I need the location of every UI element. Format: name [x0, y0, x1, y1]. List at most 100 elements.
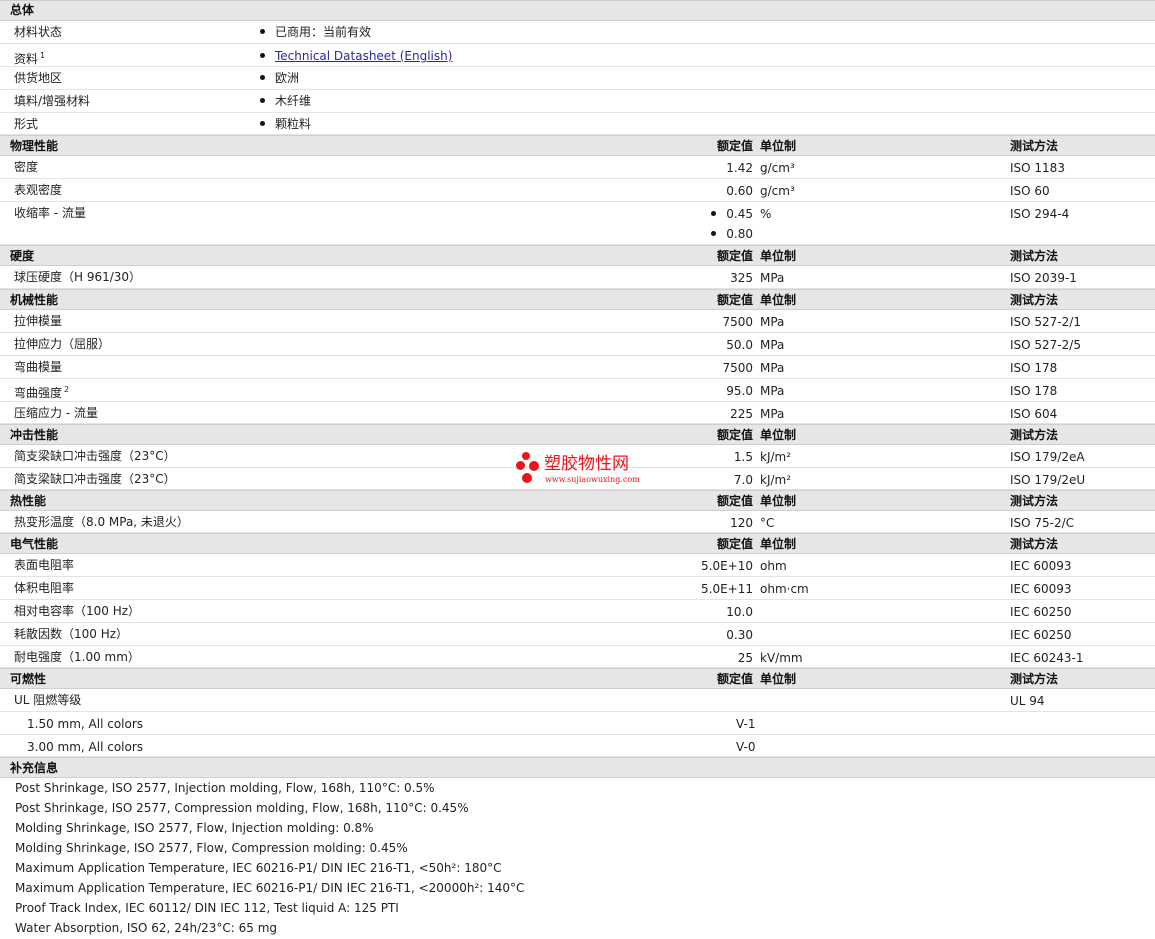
logo-dot-icon	[516, 461, 525, 470]
property-name: 简支梁缺口冲击强度（23°C）	[14, 472, 176, 486]
list-item: Molding Shrinkage, ISO 2577, Flow, Compr…	[0, 838, 1155, 858]
logo-dot-icon	[522, 452, 530, 460]
section-header-hardness: 硬度 额定值 单位制 测试方法	[0, 245, 1155, 266]
test-method: ISO 178	[1010, 384, 1058, 398]
table-row: 相对电容率（100 Hz） 10.0 IEC 60250	[0, 600, 1155, 623]
property-value: 7500	[722, 315, 753, 329]
property-name: 填料/增强材料	[14, 94, 91, 108]
section-title: 电气性能	[10, 537, 59, 551]
property-value: 0.45	[711, 207, 753, 221]
property-value: V-1	[736, 717, 756, 731]
section-title: 机械性能	[10, 293, 59, 307]
test-method: ISO 294-4	[1010, 207, 1070, 221]
table-row: UL 阻燃等级 UL 94	[0, 689, 1155, 712]
property-value: 50.0	[726, 338, 753, 352]
test-method: ISO 179/2eU	[1010, 473, 1086, 487]
list-item: Maximum Application Temperature, IEC 602…	[0, 878, 1155, 898]
section-title: 补充信息	[10, 761, 59, 775]
property-unit: kV/mm	[760, 651, 803, 665]
property-unit: MPa	[760, 338, 785, 352]
property-value: Technical Datasheet (English)	[260, 49, 452, 63]
section-title: 冲击性能	[10, 428, 59, 442]
property-unit: kJ/m²	[760, 450, 792, 464]
table-row: 拉伸应力（屈服） 50.0 MPa ISO 527-2/5	[0, 333, 1155, 356]
general-row-form: 形式 颗粒料	[0, 113, 1155, 135]
property-name: 耗散因数（100 Hz）	[14, 627, 129, 641]
datasheet-link[interactable]: Technical Datasheet (English)	[275, 49, 452, 63]
property-value: 0.60	[726, 184, 753, 198]
table-row: 表观密度 0.60 g/cm³ ISO 60	[0, 179, 1155, 202]
property-name: 热变形温度（8.0 MPa, 未退火）	[14, 515, 189, 529]
column-header-unit: 单位制	[760, 672, 797, 686]
property-name: 表观密度	[14, 183, 63, 197]
column-header-test: 测试方法	[1010, 537, 1059, 551]
property-name: 弯曲强度 2	[14, 385, 70, 400]
bullet-icon	[260, 29, 265, 34]
property-unit: g/cm³	[760, 184, 795, 198]
bullet-icon	[260, 98, 265, 103]
property-name: 球压硬度（H 961/30）	[14, 270, 142, 284]
property-value: 0.30	[726, 628, 753, 642]
test-method: UL 94	[1010, 694, 1045, 708]
watermark-name: 塑胶物性网	[544, 454, 629, 474]
property-name: 耐电强度（1.00 mm）	[14, 650, 140, 664]
property-value: 325	[730, 271, 753, 285]
column-header-value: 额定值	[716, 428, 753, 442]
property-subname: 3.00 mm, All colors	[27, 740, 144, 754]
property-name: 弯曲模量	[14, 360, 63, 374]
property-unit: g/cm³	[760, 161, 795, 175]
test-method: IEC 60243-1	[1010, 651, 1084, 665]
table-row: 压缩应力 - 流量 225 MPa ISO 604	[0, 402, 1155, 424]
section-title: 可燃性	[10, 672, 47, 686]
section-header-flammability: 可燃性 额定值 单位制 测试方法	[0, 668, 1155, 689]
property-value: 7500	[722, 361, 753, 375]
property-unit: ohm	[760, 559, 787, 573]
column-header-test: 测试方法	[1010, 249, 1059, 263]
property-name: 供货地区	[14, 71, 63, 85]
property-name: 材料状态	[14, 25, 63, 39]
property-value: 木纤维	[260, 94, 311, 108]
property-unit: %	[760, 207, 772, 221]
column-header-unit: 单位制	[760, 428, 797, 442]
table-row: 表面电阻率 5.0E+10 ohm IEC 60093	[0, 554, 1155, 577]
property-value: 10.0	[726, 605, 753, 619]
property-value: 95.0	[726, 384, 753, 398]
column-header-unit: 单位制	[760, 139, 797, 153]
property-unit: MPa	[760, 315, 785, 329]
bullet-icon	[711, 231, 717, 236]
datasheet-page: 总体 材料状态 已商用：当前有效 资料 1 Technical Datasheet…	[0, 0, 1155, 938]
watermark-logo: 塑胶物性网 www.sujiaowuxing.com	[514, 452, 654, 488]
section-title: 物理性能	[10, 139, 59, 153]
test-method: IEC 60093	[1010, 559, 1072, 573]
section-header-general: 总体	[0, 0, 1155, 21]
column-header-test: 测试方法	[1010, 672, 1059, 686]
table-row: 耗散因数（100 Hz） 0.30 IEC 60250	[0, 623, 1155, 646]
test-method: ISO 75-2/C	[1010, 516, 1075, 530]
property-name: 相对电容率（100 Hz）	[14, 604, 141, 618]
column-header-unit: 单位制	[760, 537, 797, 551]
property-value: 225	[730, 407, 753, 421]
property-unit: kJ/m²	[760, 473, 792, 487]
property-value: 颗粒料	[260, 117, 311, 131]
column-header-value: 额定值	[716, 672, 753, 686]
table-row: 密度 1.42 g/cm³ ISO 1183	[0, 156, 1155, 179]
list-item: Maximum Application Temperature, IEC 602…	[0, 858, 1155, 878]
property-name: UL 阻燃等级	[14, 693, 82, 707]
property-value: 120	[730, 516, 753, 530]
table-row: 体积电阻率 5.0E+11 ohm·cm IEC 60093	[0, 577, 1155, 600]
table-row: 耐电强度（1.00 mm） 25 kV/mm IEC 60243-1	[0, 646, 1155, 668]
footnote-mark: 2	[64, 385, 70, 394]
property-value: 1.42	[726, 161, 753, 175]
section-header-supplemental: 补充信息	[0, 757, 1155, 778]
logo-dot-icon	[522, 473, 532, 483]
section-header-impact: 冲击性能 额定值 单位制 测试方法	[0, 424, 1155, 445]
property-name: 体积电阻率	[14, 581, 75, 595]
list-item: Water Absorption, ISO 62, 24h/23°C: 65 m…	[0, 918, 1155, 938]
column-header-test: 测试方法	[1010, 494, 1059, 508]
property-name: 简支梁缺口冲击强度（23°C）	[14, 449, 176, 463]
test-method: ISO 2039-1	[1010, 271, 1077, 285]
property-value: 欧洲	[260, 71, 299, 85]
property-value: 1.5	[733, 450, 753, 464]
table-row: 拉伸模量 7500 MPa ISO 527-2/1	[0, 310, 1155, 333]
test-method: ISO 178	[1010, 361, 1058, 375]
